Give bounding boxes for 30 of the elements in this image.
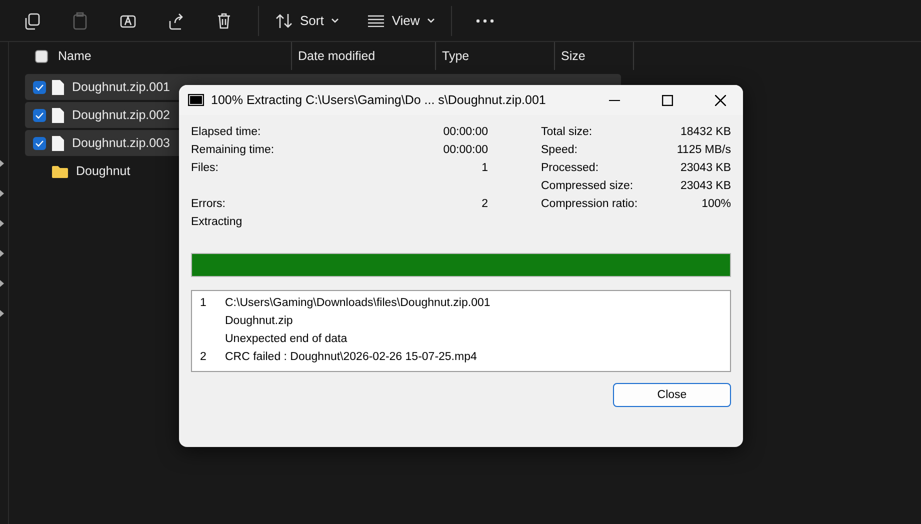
log-text: Unexpected end of data xyxy=(225,332,348,347)
status-text: Extracting xyxy=(191,215,244,229)
log-text: CRC failed : Doughnut\2026-02-26 15-07-25.mp4 xyxy=(225,350,478,365)
log-number: 2 xyxy=(200,351,206,363)
stat-label: Compressed size: xyxy=(541,179,634,193)
file-name: Doughnut.zip.002 xyxy=(72,108,170,122)
log-text: C:\Users\Gaming\Downloads\files\Doughnut.zip.001 xyxy=(225,296,492,311)
stat-label: Total size: xyxy=(541,125,592,139)
stat-value: 100% xyxy=(702,197,731,211)
stat-label: Processed: xyxy=(541,161,599,175)
stat-value: 2 xyxy=(480,197,488,211)
stat-value: 23043 KB xyxy=(680,161,731,175)
stat-value: 00:00:00 xyxy=(442,143,488,157)
stat-value: 00:00:00 xyxy=(442,125,488,139)
stat-label: Files: xyxy=(191,162,218,174)
stat-label: Remaining time: xyxy=(191,144,274,156)
window-title: 100% Extracting C:\Users\Gaming\Do ... s\Doughnut.zip.001 xyxy=(211,93,547,107)
stat-label: Errors: xyxy=(191,198,226,210)
stat-value: 23043 KB xyxy=(680,179,731,193)
log-text: Doughnut.zip xyxy=(225,314,294,329)
stat-label: Compression ratio: xyxy=(541,197,638,211)
file-name: Doughnut xyxy=(76,164,130,178)
stat-value: 18432 KB xyxy=(680,125,731,139)
stat-value: 1125 MB/s xyxy=(676,143,731,157)
log-number: 1 xyxy=(200,297,206,309)
stat-value: 1 xyxy=(480,161,488,175)
stat-label: Speed: xyxy=(541,143,578,157)
stat-label: Elapsed time: xyxy=(191,126,261,138)
file-name: Doughnut.zip.003 xyxy=(72,136,170,150)
file-name: Doughnut.zip.001 xyxy=(72,80,170,94)
